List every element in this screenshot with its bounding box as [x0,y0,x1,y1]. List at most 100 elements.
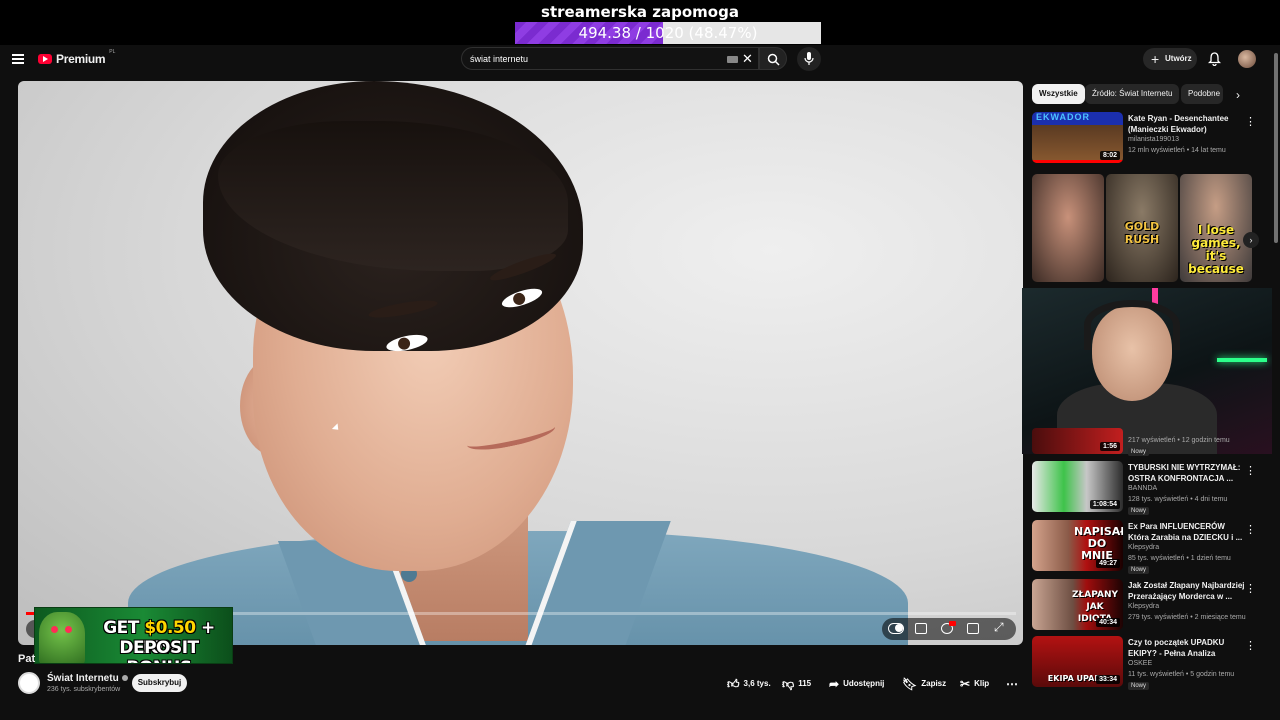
scissors-icon: ✂ [960,677,971,691]
thumbs-up-icon: 👍︎ [727,677,740,691]
channel-avatar[interactable] [18,672,40,694]
video-duration: 33:34 [1096,675,1120,684]
account-avatar[interactable] [1238,50,1256,68]
recommendation-title[interactable]: Kate Ryan - Desenchantee (Manieczki Ekwa… [1128,113,1246,135]
share-icon: ➦ [829,677,840,691]
hd-badge-icon [949,621,956,626]
video-thumbnail[interactable]: ZŁAPANY JAK IDIOTA 40:34 [1032,579,1123,630]
new-badge: Nowy [1128,566,1150,574]
clip-button[interactable]: ✂ Klip [960,674,989,694]
stream-overlay-bar: streamerska zapomoga 494.38 / 1020 (48.4… [0,0,1280,45]
thumbnail-text: NAPISAŁ DO MNIE [1074,525,1123,562]
more-options-icon[interactable]: ⋮ [1245,582,1256,595]
recommendation-channel[interactable]: BANNDA [1128,485,1157,492]
webcam-neon-light [1217,358,1267,362]
keyboard-icon[interactable] [727,56,738,63]
video-thumbnail[interactable]: 1:08:54 [1032,461,1123,512]
youtube-play-icon [38,54,52,64]
subscribe-button[interactable]: Subskrybuj [132,674,187,692]
subscriber-count: 236 tys. subskrybentów [47,686,121,693]
video-duration: 40:34 [1096,618,1120,627]
recommendation-item[interactable]: ZŁAPANY JAK IDIOTA 40:34 Jak Został Złap… [1032,579,1260,634]
voice-search-button[interactable] [797,47,821,71]
recommendation-title[interactable]: Jak Został Złapany Najbardziej Przerażaj… [1128,580,1246,602]
more-options-icon[interactable]: ⋮ [1245,464,1256,477]
create-button[interactable]: + Utwórz [1143,48,1197,70]
recommendation-title[interactable]: TYBURSKI NIE WYTRZYMAŁ: OSTRA KONFRONTAC… [1128,462,1246,484]
short-item[interactable]: GOLD RUSH [1106,174,1178,282]
new-badge: Nowy [1128,507,1150,515]
ad-mascot-icon [39,612,85,663]
autoplay-toggle[interactable] [888,623,904,634]
video-thumbnail[interactable]: 1:56 [1032,428,1123,454]
video-duration: 1:56 [1099,442,1120,451]
notifications-bell-icon[interactable] [1207,52,1222,71]
thumbs-down-icon: 👎︎ [782,677,795,691]
chevron-right-icon[interactable]: › [1236,88,1240,102]
donation-goal-title: streamerska zapomoga [541,3,739,21]
save-button[interactable]: 🔖︎ Zapisz [902,674,946,694]
verified-icon [121,675,128,681]
video-player[interactable] [18,81,1023,645]
video-duration: 49:27 [1096,559,1120,568]
recommendation-channel[interactable]: milanista199013 [1128,136,1179,143]
menu-icon[interactable] [12,54,24,64]
short-caption: I lose games, it's because [1188,223,1244,276]
dislike-button[interactable]: 👎︎ 115 [782,674,811,694]
plus-icon: + [1151,51,1160,67]
create-label: Utwórz [1165,54,1192,63]
more-options-icon[interactable]: ⋮ [1245,639,1256,652]
recommendation-item[interactable]: EKIPA UPADA 33:34 Czy to początek UPADKU… [1032,636,1260,691]
fullscreen-icon[interactable] [994,620,1006,635]
search-icon [767,53,780,66]
recommendation-item[interactable]: NAPISAŁ DO MNIE 49:27 Ex Para INFLUENCER… [1032,520,1260,575]
video-duration: 1:08:54 [1089,500,1120,509]
chip-related[interactable]: Podobne [1181,84,1223,104]
recommendation-meta: 128 tys. wyświetleń • 4 dni temu [1128,496,1228,503]
page-scrollbar[interactable] [1272,45,1280,720]
ad-line-2: DEPOSIT BONUS [119,638,199,663]
video-thumbnail[interactable]: EKWADOR 8:02 [1032,112,1123,163]
streamer-webcam: 1:56 [1022,288,1280,454]
channel-name[interactable]: Świat Internetu [47,673,128,684]
recommendation-meta: 12 mln wyświetleń • 14 lat temu [1128,147,1226,154]
recommendation-title[interactable]: Czy to początek UPADKU EKIPY? - Pełna An… [1128,637,1246,659]
bookmark-icon: 🔖︎ [902,677,918,691]
subtitles-icon[interactable] [915,623,927,634]
recommendation-meta: 217 wyświetleń • 12 godzin temu [1128,437,1230,444]
recommendation-channel[interactable]: Klepsydra [1128,544,1159,551]
chip-all[interactable]: Wszystkie [1032,84,1085,104]
logo-text: Premium [56,52,106,66]
recommendation-channel[interactable]: OSKEE [1128,660,1152,667]
video-thumbnail[interactable]: EKIPA UPADA 33:34 [1032,636,1123,687]
new-badge: Nowy [1128,448,1150,456]
youtube-header: Premium PL ✕ + Utwórz [0,45,1280,75]
recommendation-meta: 11 tys. wyświetleń • 5 godzin temu [1128,671,1235,678]
search-button[interactable] [759,47,787,70]
chevron-right-icon[interactable]: › [1243,232,1259,248]
recommendation-channel[interactable]: Klepsydra [1128,603,1159,610]
recommendation-item[interactable]: EKWADOR 8:02 Kate Ryan - Desenchantee (M… [1032,112,1260,167]
like-button[interactable]: 👍︎ 3,6 tys. [727,674,771,694]
player-controls-right [882,618,1016,640]
new-badge: Nowy [1128,682,1150,690]
share-button[interactable]: ➦ Udostępnij [829,674,884,694]
recommendation-item[interactable]: 1:08:54 TYBURSKI NIE WYTRZYMAŁ: OSTRA KO… [1032,461,1260,516]
video-thumbnail[interactable]: NAPISAŁ DO MNIE 49:27 [1032,520,1123,571]
scrollbar-thumb[interactable] [1274,53,1278,243]
more-actions-icon[interactable]: ⋯ [1006,674,1018,694]
recommendation-meta: 85 tys. wyświetleń • 1 dzień temu [1128,555,1231,562]
more-options-icon[interactable]: ⋮ [1245,523,1256,536]
clear-search-icon[interactable]: ✕ [742,51,753,67]
theater-mode-icon[interactable] [967,623,979,634]
headset-icon [1084,300,1180,350]
recommendation-title[interactable]: Ex Para INFLUENCERÓW Która Zarabia na DZ… [1128,521,1246,543]
logo-country: PL [109,49,116,55]
short-item[interactable] [1032,174,1104,282]
search-input[interactable] [470,48,710,69]
youtube-premium-logo[interactable]: Premium PL [38,49,116,66]
short-item[interactable]: I lose games, it's because [1180,174,1252,282]
chip-source[interactable]: Źródło: Świat Internetu [1085,84,1180,104]
more-options-icon[interactable]: ⋮ [1245,115,1256,128]
video-title: Pat [18,653,36,665]
